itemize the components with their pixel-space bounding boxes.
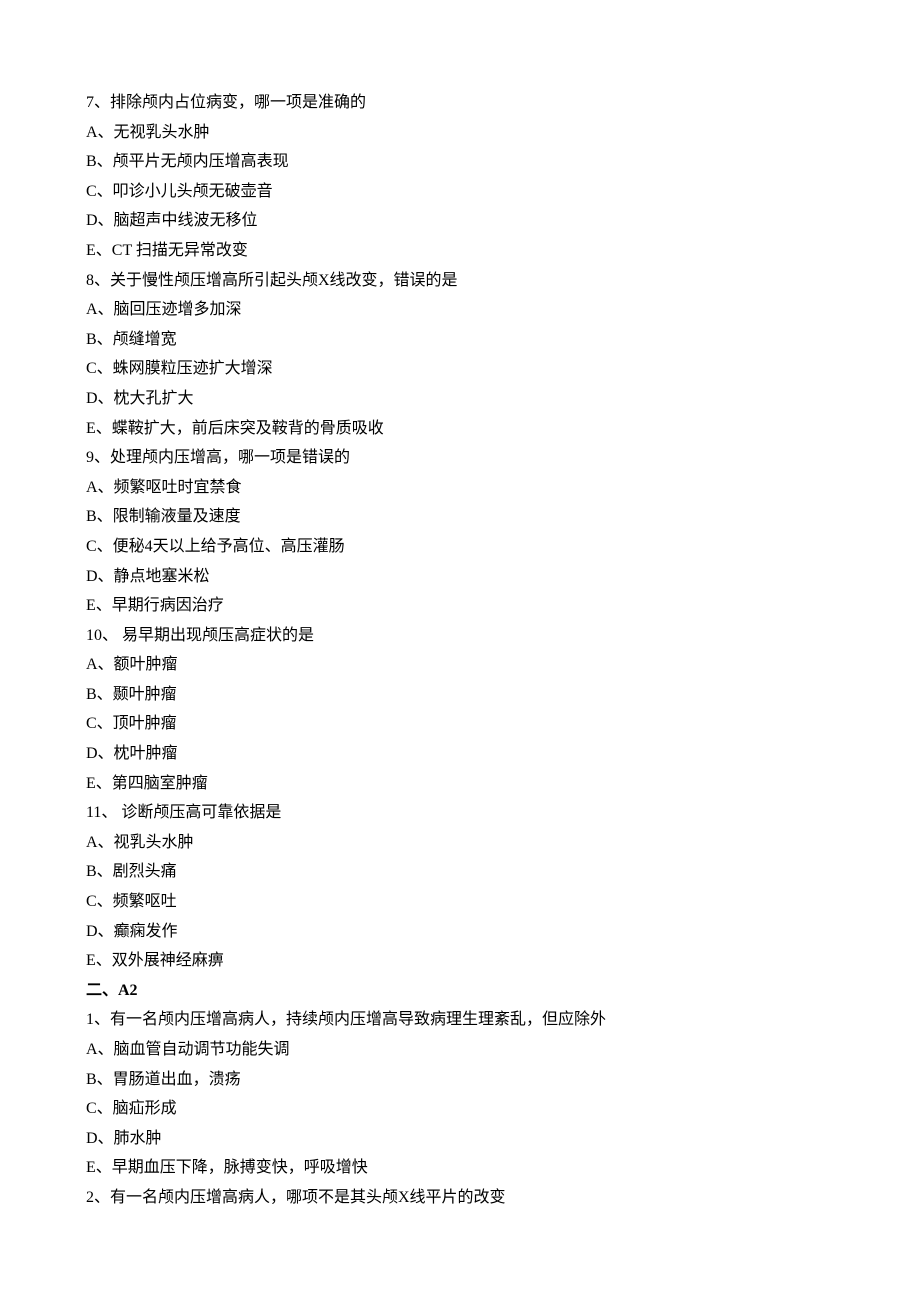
option-e: E、第四脑室肿瘤 [86,769,834,799]
option-e: E、早期血压下降，脉搏变快，呼吸增快 [86,1153,834,1183]
option-c: C、蛛网膜粒压迹扩大增深 [86,354,834,384]
option-c: C、便秘4天以上给予高位、高压灌肠 [86,532,834,562]
question-stem: 9、处理颅内压增高，哪一项是错误的 [86,443,834,473]
option-e: E、蝶鞍扩大，前后床突及鞍背的骨质吸收 [86,414,834,444]
option-c: C、频繁呕吐 [86,887,834,917]
option-a: A、无视乳头水肿 [86,118,834,148]
option-d: D、枕叶肿瘤 [86,739,834,769]
option-d: D、枕大孔扩大 [86,384,834,414]
option-a: A、视乳头水肿 [86,828,834,858]
document-page: 7、排除颅内占位病变，哪一项是准确的 A、无视乳头水肿 B、颅平片无颅内压增高表… [0,0,920,1302]
option-a: A、脑血管自动调节功能失调 [86,1035,834,1065]
option-c: C、脑疝形成 [86,1094,834,1124]
question-stem: 8、关于慢性颅压增高所引起头颅X线改变，错误的是 [86,266,834,296]
section-heading: 二、A2 [86,976,834,1006]
option-b: B、颅平片无颅内压增高表现 [86,147,834,177]
option-b: B、限制输液量及速度 [86,502,834,532]
option-b: B、胃肠道出血，溃疡 [86,1065,834,1095]
option-a: A、额叶肿瘤 [86,650,834,680]
option-b: B、剧烈头痛 [86,857,834,887]
option-b: B、颞叶肿瘤 [86,680,834,710]
option-d: D、静点地塞米松 [86,562,834,592]
option-c: C、顶叶肿瘤 [86,709,834,739]
option-d: D、癫痫发作 [86,917,834,947]
question-stem: 10、 易早期出现颅压高症状的是 [86,621,834,651]
option-d: D、脑超声中线波无移位 [86,206,834,236]
question-stem: 11、 诊断颅压高可靠依据是 [86,798,834,828]
option-d: D、肺水肿 [86,1124,834,1154]
option-a: A、脑回压迹增多加深 [86,295,834,325]
question-stem: 2、有一名颅内压增高病人，哪项不是其头颅X线平片的改变 [86,1183,834,1213]
option-c: C、叩诊小儿头颅无破壶音 [86,177,834,207]
option-e: E、CT 扫描无异常改变 [86,236,834,266]
option-e: E、双外展神经麻痹 [86,946,834,976]
option-e: E、早期行病因治疗 [86,591,834,621]
question-stem: 7、排除颅内占位病变，哪一项是准确的 [86,88,834,118]
option-a: A、频繁呕吐时宜禁食 [86,473,834,503]
question-stem: 1、有一名颅内压增高病人，持续颅内压增高导致病理生理紊乱，但应除外 [86,1005,834,1035]
option-b: B、颅缝增宽 [86,325,834,355]
